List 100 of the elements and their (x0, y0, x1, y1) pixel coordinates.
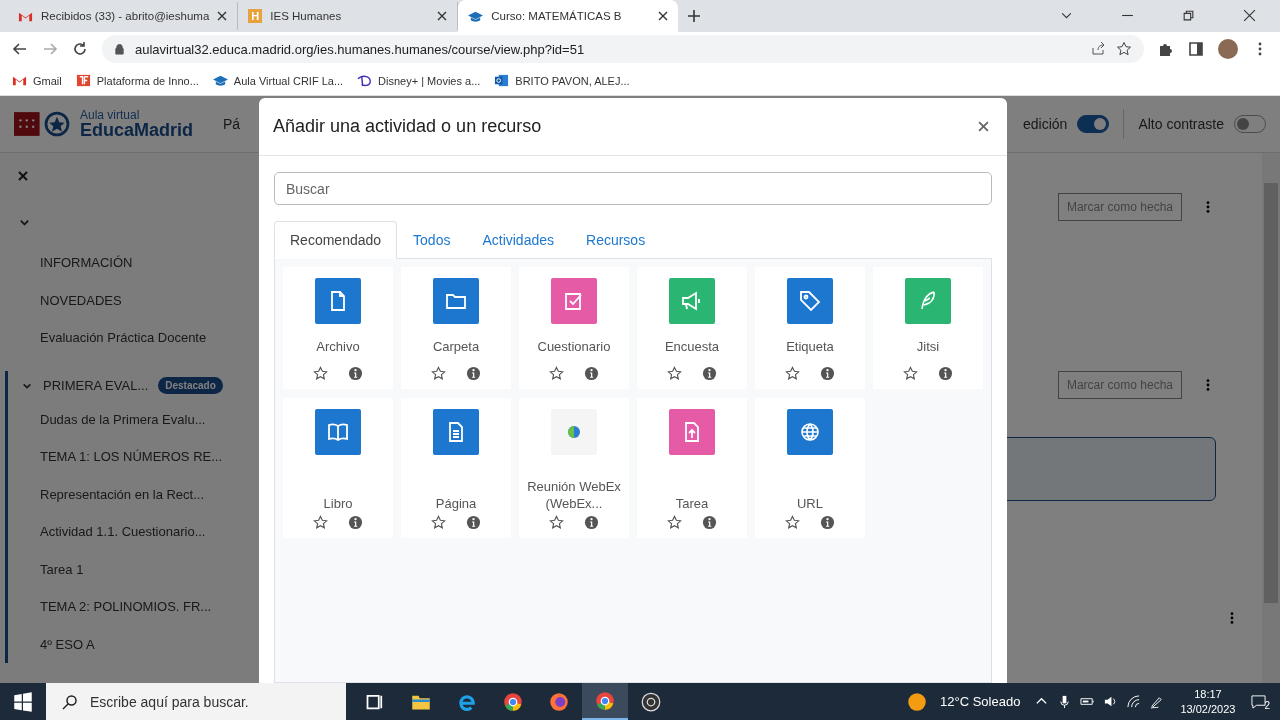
close-tab-icon[interactable] (658, 11, 669, 21)
tab[interactable]: Recomendado (274, 221, 398, 259)
sidebar-item[interactable]: Tarea 1 (8, 550, 258, 588)
avatar[interactable] (1218, 39, 1238, 59)
info-icon[interactable] (702, 366, 717, 381)
tab[interactable]: Actividades (466, 221, 570, 259)
info-icon[interactable] (820, 515, 835, 530)
sidebar-item[interactable]: INFORMACIÓN (0, 244, 258, 282)
nav-link[interactable]: Pá (223, 116, 241, 132)
star-icon[interactable] (667, 515, 682, 530)
activity-card[interactable]: Libro (283, 398, 393, 538)
search-field[interactable]: Buscar (274, 172, 992, 205)
scrollbar[interactable] (1262, 153, 1280, 683)
pen-icon[interactable] (1149, 694, 1165, 709)
activity-name: Jitsi (915, 337, 941, 356)
mail-app-icon (494, 73, 510, 88)
new-tab-icon[interactable] (688, 10, 701, 22)
activity-card[interactable]: Encuesta (637, 267, 747, 389)
sidebar-item[interactable]: TEMA 1: LOS NÚMEROS RE... (8, 438, 258, 476)
reload-icon[interactable] (72, 41, 88, 57)
activity-card[interactable]: Archivo (283, 267, 393, 389)
site-logo[interactable]: Aula virtual EducaMadrid (14, 109, 194, 139)
close-drawer-icon[interactable] (18, 171, 28, 181)
toggle-switch[interactable] (1077, 115, 1110, 133)
more-icon[interactable] (1206, 378, 1210, 392)
activity-card[interactable]: URL (755, 398, 865, 538)
tab[interactable]: Recursos (570, 221, 662, 259)
star-icon[interactable] (313, 515, 328, 530)
address-bar[interactable]: aulavirtual32.educa.madrid.org/ies.humanes.humanes/course/view.php?id=51 (102, 35, 1144, 63)
sidebar-item[interactable]: TEMA 2: POLINOMIOS. FR... (8, 588, 258, 626)
sidebar-item[interactable]: Dudas de la Primera Evalu... (8, 400, 258, 438)
toggle-switch[interactable] (1234, 115, 1266, 133)
info-icon[interactable] (348, 366, 363, 381)
back-icon[interactable] (12, 41, 28, 57)
tab[interactable]: Todos (397, 221, 467, 259)
activity-card[interactable]: Jitsi (873, 267, 983, 389)
star-icon[interactable] (549, 366, 564, 381)
info-icon[interactable] (466, 366, 481, 381)
close-icon[interactable] (978, 121, 989, 132)
bookmark[interactable]: Gmail (12, 73, 62, 88)
info-icon[interactable] (584, 366, 599, 381)
close-tab-icon[interactable] (217, 11, 228, 21)
star-icon[interactable] (785, 366, 800, 381)
dialog-title: Añadir una actividad o un recurso (273, 116, 542, 137)
taskbar-search-field[interactable]: Escribe aquí para buscar. (46, 683, 346, 720)
activity-name: Libro (322, 495, 354, 513)
restore-icon[interactable] (1182, 9, 1195, 22)
wifi-icon[interactable] (1126, 694, 1142, 709)
info-icon[interactable] (466, 515, 481, 530)
star-icon[interactable] (313, 366, 328, 381)
more-icon[interactable] (1206, 200, 1210, 214)
activity-name: Encuesta (663, 337, 721, 356)
close-tab-icon[interactable] (437, 11, 448, 21)
sidebar-item[interactable]: Evaluación Práctica Docente (0, 319, 258, 357)
section-title[interactable]: PRIMERA EVAL... (43, 378, 149, 393)
side-panel-icon[interactable] (1188, 41, 1204, 57)
activity-name: URL (796, 495, 824, 513)
close-icon[interactable] (1243, 9, 1256, 22)
sidebar-item[interactable]: NOVEDADES (0, 281, 258, 319)
activity-card[interactable]: Etiqueta (755, 267, 865, 389)
activity-card[interactable]: Reunión WebEx (WebEx... (519, 398, 629, 538)
browser-tab[interactable]: Curso: MATEMÁTICAS B (458, 0, 679, 32)
weather-text[interactable]: 12°C Soleado (940, 694, 1021, 709)
info-icon[interactable] (584, 515, 599, 530)
chevron-down-icon[interactable] (19, 217, 30, 228)
clock[interactable]: 18:17 13/02/2023 (1180, 687, 1236, 716)
activity-name: Página (434, 495, 478, 513)
star-icon[interactable] (431, 515, 446, 530)
activity-card[interactable]: Cuestionario (519, 267, 629, 389)
bookmark[interactable]: BRITO PAVON, ALEJ... (494, 73, 630, 88)
star-icon[interactable] (903, 366, 918, 381)
activity-card[interactable]: Página (401, 398, 511, 538)
activity-card[interactable]: Carpeta (401, 267, 511, 389)
more-icon[interactable] (1230, 611, 1234, 625)
puzzle-icon[interactable] (1158, 41, 1174, 57)
globe-ball-tile-icon (551, 409, 597, 455)
star-icon[interactable] (785, 515, 800, 530)
info-icon[interactable] (348, 515, 363, 530)
bookmark[interactable]: Plataforma de Inno... (75, 73, 199, 88)
star-icon[interactable] (431, 366, 446, 381)
lock-icon (114, 43, 125, 55)
activity-name: Cuestionario (536, 337, 612, 356)
star-icon[interactable] (667, 366, 682, 381)
bookmark-star-icon[interactable] (1116, 41, 1132, 57)
browser-tab[interactable]: Recibidos (33) - abrito@ieshuma (8, 2, 239, 30)
sidebar-item[interactable]: Representación en la Rect... (8, 475, 258, 513)
bookmark[interactable]: Disney+ | Movies a... (357, 73, 481, 88)
browser-icon[interactable] (595, 690, 615, 711)
activity-card[interactable]: Tarea (637, 398, 747, 538)
activity-name: Reunión WebEx (WebEx... (526, 478, 622, 513)
share-icon[interactable] (1090, 41, 1106, 57)
notification-icon (1251, 694, 1267, 709)
activity-name: Etiqueta (785, 337, 835, 356)
star-icon[interactable] (549, 515, 564, 530)
bookmark[interactable]: Aula Virtual CRIF La... (212, 73, 344, 88)
info-icon[interactable] (702, 515, 717, 530)
sidebar-item[interactable]: 4º ESO A (8, 625, 258, 663)
info-icon[interactable] (820, 366, 835, 381)
info-icon[interactable] (938, 366, 953, 381)
sidebar-item[interactable]: Actividad 1.1. Cuestionario... (8, 513, 258, 551)
